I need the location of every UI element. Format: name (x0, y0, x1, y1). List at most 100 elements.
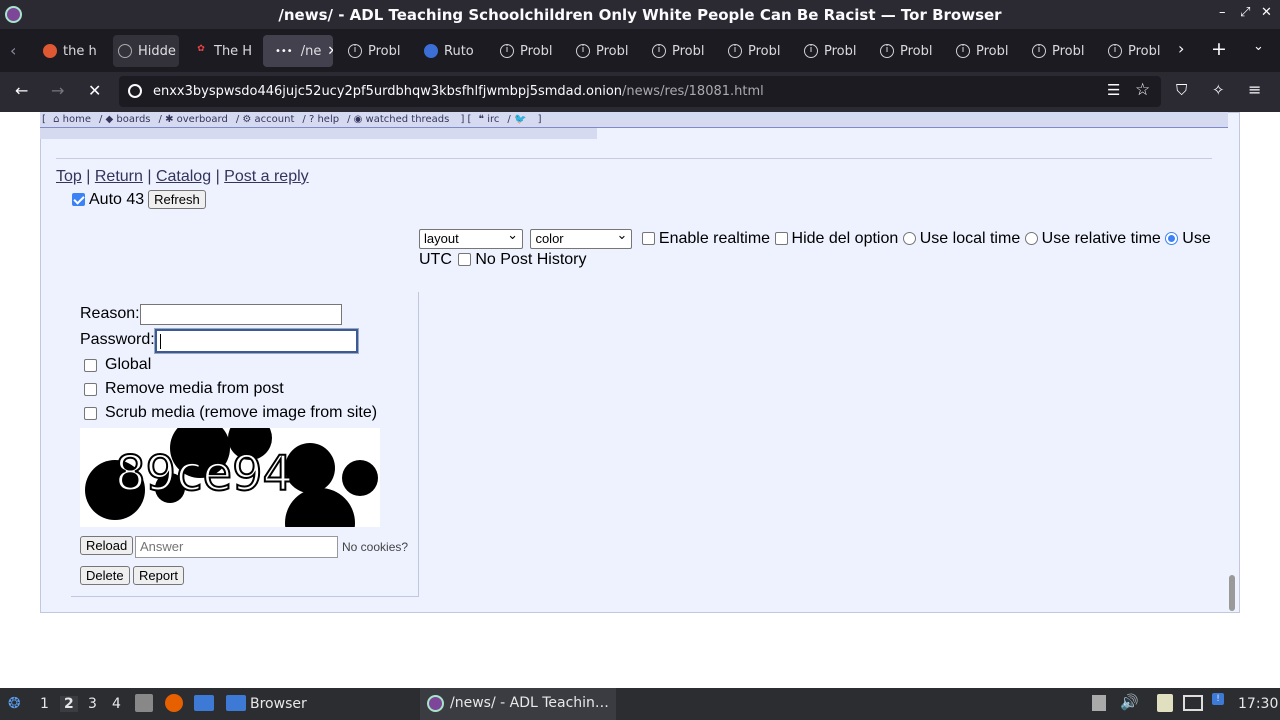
update-notification-icon[interactable]: ! (1212, 693, 1224, 705)
nav-watched-link[interactable]: ◉ watched threads (354, 114, 454, 125)
stop-loading-icon[interactable]: ✕ (88, 81, 101, 100)
bracket: [ (42, 114, 46, 125)
nav-overboard-link[interactable]: ✱ overboard (165, 114, 232, 125)
no-post-history-checkbox[interactable] (458, 253, 472, 267)
workspace-4[interactable]: 4 (112, 696, 121, 712)
enable-realtime-checkbox[interactable] (641, 232, 655, 246)
tray-icon[interactable] (1092, 695, 1106, 711)
tabs-scroll-right-icon[interactable]: › (1178, 39, 1184, 58)
nav-irc-link[interactable]: ❝ irc (479, 114, 504, 125)
window-titlebar: /news/ - ADL Teaching Schoolchildren Onl… (0, 0, 1280, 29)
tab-problem-3[interactable]: i Probl (571, 35, 637, 67)
reason-input[interactable] (140, 304, 342, 325)
forward-arrow-icon[interactable]: → (51, 81, 64, 100)
back-arrow-icon[interactable]: ← (15, 81, 28, 100)
firefox-icon[interactable] (165, 694, 183, 712)
info-icon: i (956, 44, 970, 58)
tab-problem-9[interactable]: i Probl (1027, 35, 1093, 67)
relative-time-radio[interactable] (1024, 232, 1038, 246)
separator: | (86, 168, 91, 185)
onion-site-icon[interactable] (128, 84, 142, 98)
header-strip (40, 128, 597, 139)
url-bar[interactable]: enxx3byspwsdo446jujc52ucy2pf5urdbhqw3kbs… (119, 76, 1161, 107)
bookmark-star-icon[interactable]: ☆ (1135, 80, 1150, 100)
minimize-button[interactable]: – (1219, 5, 1226, 20)
nav-twitter-link[interactable]: 🐦 (514, 114, 530, 125)
refresh-button[interactable]: Refresh (148, 190, 206, 209)
tab-label: Probl (748, 43, 781, 59)
tab-duckduckgo[interactable]: the h (38, 35, 104, 67)
tab-label: The H (214, 43, 253, 59)
hide-del-checkbox[interactable] (774, 232, 788, 246)
delete-button[interactable]: Delete (80, 566, 130, 585)
tab-problem-10[interactable]: i Probl (1103, 35, 1163, 67)
color-select[interactable]: color (530, 226, 633, 249)
tab-list-chevron-down-icon[interactable]: ⌄ (1253, 39, 1264, 54)
taskbar: ❂ 1 2 3 4 Browser /news/ - ADL Teachin… … (0, 688, 1280, 720)
desktop-icon[interactable] (194, 695, 214, 711)
tab-bar: ‹ the h Hidde ✿ The H ••• /ne ✕ i Probl Ruto… (0, 29, 1280, 72)
clipboard-icon[interactable] (1157, 694, 1173, 712)
workspace-1[interactable]: 1 (40, 696, 49, 712)
hide-del-label: Hide del option (791, 230, 899, 247)
reader-view-icon[interactable]: ☰ (1107, 81, 1120, 99)
tab-problem-2[interactable]: i Probl (495, 35, 561, 67)
maximize-button[interactable]: ⤢ (1240, 5, 1250, 20)
nav-account-link[interactable]: ⚙ account (242, 114, 298, 125)
active-window-task[interactable]: /news/ - ADL Teachin… (420, 688, 616, 720)
return-link[interactable]: Return (95, 168, 143, 185)
tab-label: Probl (672, 43, 705, 59)
tor-icon (424, 44, 438, 58)
captcha-answer-input[interactable]: Answer (135, 536, 338, 558)
tab-problem-6[interactable]: i Probl (799, 35, 865, 67)
volume-icon[interactable]: 🔊 (1120, 693, 1139, 711)
tor-circuit-icon[interactable]: ✧ (1212, 81, 1225, 99)
tab-label: Probl (520, 43, 553, 59)
post-reply-link[interactable]: Post a reply (224, 168, 308, 185)
utc-radio[interactable] (1165, 232, 1179, 246)
start-menu-icon[interactable]: ❂ (8, 694, 21, 712)
remove-media-label: Remove media from post (105, 380, 284, 397)
nav-boards-link[interactable]: ◆ boards (106, 114, 155, 125)
tab-problem-4[interactable]: i Probl (647, 35, 713, 67)
local-time-radio[interactable] (902, 232, 916, 246)
nav-account-label: account (254, 114, 295, 125)
catalog-link[interactable]: Catalog (156, 168, 211, 185)
nav-home-link[interactable]: ⌂ home (53, 114, 95, 125)
file-manager-icon[interactable] (135, 694, 153, 712)
hamburger-menu-icon[interactable]: ≡ (1248, 80, 1261, 99)
close-tab-icon[interactable]: ✕ (327, 44, 333, 59)
global-checkbox[interactable] (84, 359, 97, 372)
auto-refresh-checkbox[interactable] (72, 193, 85, 206)
scrub-media-checkbox[interactable] (84, 407, 97, 420)
new-tab-icon[interactable]: + (1211, 38, 1227, 60)
tab-problem-8[interactable]: i Probl (951, 35, 1017, 67)
tab-label: Probl (824, 43, 857, 59)
layout-select[interactable]: layout (419, 226, 523, 249)
tabs-scroll-left-icon[interactable]: ‹ (10, 41, 16, 60)
workspace-3[interactable]: 3 (88, 696, 97, 712)
nav-help-link[interactable]: ? help (309, 114, 343, 125)
scrub-media-label: Scrub media (remove image from site) (105, 404, 378, 421)
reload-captcha-button[interactable]: Reload (80, 536, 134, 555)
close-window-button[interactable]: ✕ (1261, 5, 1272, 20)
tab-label: Probl (596, 43, 629, 59)
tab-ruto[interactable]: Ruto (419, 35, 485, 67)
tab-hidden[interactable]: Hidde (113, 35, 179, 67)
top-link[interactable]: Top (56, 168, 82, 185)
url-text[interactable]: enxx3byspwsdo446jujc52ucy2pf5urdbhqw3kbs… (153, 84, 764, 99)
display-icon[interactable] (1183, 695, 1203, 711)
workspace-2[interactable]: 2 (60, 696, 78, 712)
no-cookies-link[interactable]: No cookies? (342, 540, 408, 554)
tab-news-active[interactable]: ••• /ne ✕ (263, 35, 333, 67)
tab-the-h[interactable]: ✿ The H (189, 35, 255, 67)
browser-task[interactable]: Browser (250, 696, 307, 712)
tab-problem-7[interactable]: i Probl (875, 35, 941, 67)
shield-icon[interactable]: ⛉ (1176, 81, 1187, 99)
password-input[interactable] (154, 328, 359, 354)
report-button[interactable]: Report (133, 566, 185, 585)
tab-problem-5[interactable]: i Probl (723, 35, 789, 67)
remove-media-checkbox[interactable] (84, 383, 97, 396)
page-scrollbar[interactable] (1229, 575, 1235, 611)
tab-problem-1[interactable]: i Probl (343, 35, 409, 67)
